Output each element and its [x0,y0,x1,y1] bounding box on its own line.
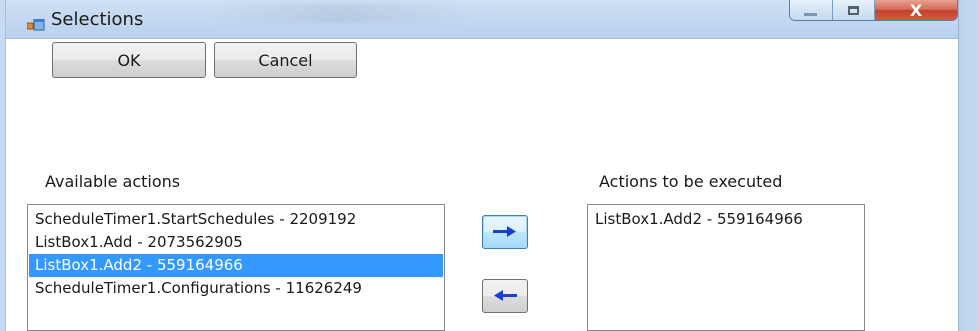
window-title: Selections [51,9,144,30]
close-icon: X [909,0,923,20]
list-item-selected[interactable]: ListBox1.Add2 - 559164966 [29,254,443,277]
minimize-icon [804,12,818,16]
arrow-right-icon [493,225,517,240]
close-button[interactable]: X [875,0,957,20]
maximize-button[interactable] [832,0,875,20]
caption-buttons: X [789,0,958,21]
remove-action-button[interactable] [482,279,528,313]
available-actions-label: Available actions [45,172,181,191]
title-bar-glare [210,3,470,23]
app-icon [26,16,45,31]
add-action-button[interactable] [482,215,528,249]
list-item[interactable]: ScheduleTimer1.Configurations - 11626249 [29,277,443,300]
maximize-icon [847,5,859,15]
available-actions-listbox[interactable]: ScheduleTimer1.StartSchedules - 2209192 … [27,204,445,331]
actions-to-be-executed-listbox[interactable]: ListBox1.Add2 - 559164966 [587,204,865,331]
selections-dialog: Selections X OK Cancel Available actions… [0,0,979,331]
minimize-button[interactable] [790,0,833,20]
ok-button[interactable]: OK [52,42,206,78]
list-item[interactable]: ScheduleTimer1.StartSchedules - 2209192 [29,208,443,231]
title-bar[interactable]: Selections X [0,0,979,39]
cancel-button[interactable]: Cancel [214,42,357,78]
actions-to-be-executed-label: Actions to be executed [599,172,783,191]
window-frame-right [958,0,979,331]
list-item[interactable]: ListBox1.Add - 2073562905 [29,231,443,254]
list-item[interactable]: ListBox1.Add2 - 559164966 [589,208,863,231]
arrow-left-icon [493,289,517,304]
window-frame-left [0,0,6,331]
